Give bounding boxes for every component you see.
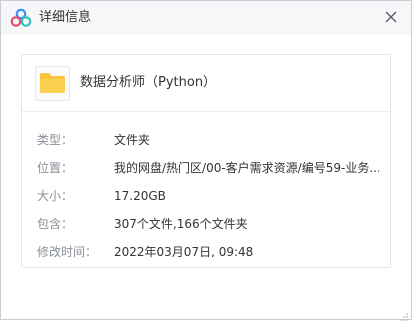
- property-label: 类型：: [37, 133, 74, 147]
- property-value: 17.20GB: [114, 189, 166, 203]
- close-icon: [385, 8, 397, 27]
- close-button[interactable]: [379, 5, 403, 29]
- file-name: 数据分析师（Python）: [80, 75, 217, 90]
- property-label: 修改时间：: [37, 245, 98, 259]
- details-card: 数据分析师（Python） 类型： 文件夹 位置： 我的网盘/热门区/00-客户…: [21, 54, 391, 268]
- property-row-contains: 包含： 307个文件,166个文件夹: [22, 215, 390, 233]
- details-dialog: 详细信息 数据分析师（Python） 类型： 文件夹 位置： 我的网盘/热门区/…: [0, 0, 412, 321]
- file-header: 数据分析师（Python）: [22, 55, 390, 112]
- property-value: 我的网盘/热门区/00-客户需求资源/编号59-业务...: [114, 161, 379, 175]
- dialog-title: 详细信息: [39, 10, 92, 25]
- property-label: 包含：: [37, 217, 74, 231]
- property-row-type: 类型： 文件夹: [22, 131, 390, 149]
- property-row-location: 位置： 我的网盘/热门区/00-客户需求资源/编号59-业务...: [22, 159, 390, 177]
- property-label: 大小：: [37, 189, 74, 203]
- property-value: 文件夹: [114, 133, 151, 147]
- property-value: 2022年03月07日, 09:48: [114, 245, 254, 259]
- property-row-size: 大小： 17.20GB: [22, 187, 390, 205]
- property-label: 位置：: [37, 161, 74, 175]
- title-bar[interactable]: 详细信息: [1, 1, 411, 35]
- property-row-modified: 修改时间： 2022年03月07日, 09:48: [22, 243, 390, 261]
- property-value: 307个文件,166个文件夹: [114, 217, 248, 231]
- resize-grip-icon[interactable]: [399, 307, 409, 321]
- folder-icon: [39, 72, 66, 94]
- file-thumbnail: [35, 66, 70, 101]
- cloud-drive-logo-icon: [10, 8, 32, 28]
